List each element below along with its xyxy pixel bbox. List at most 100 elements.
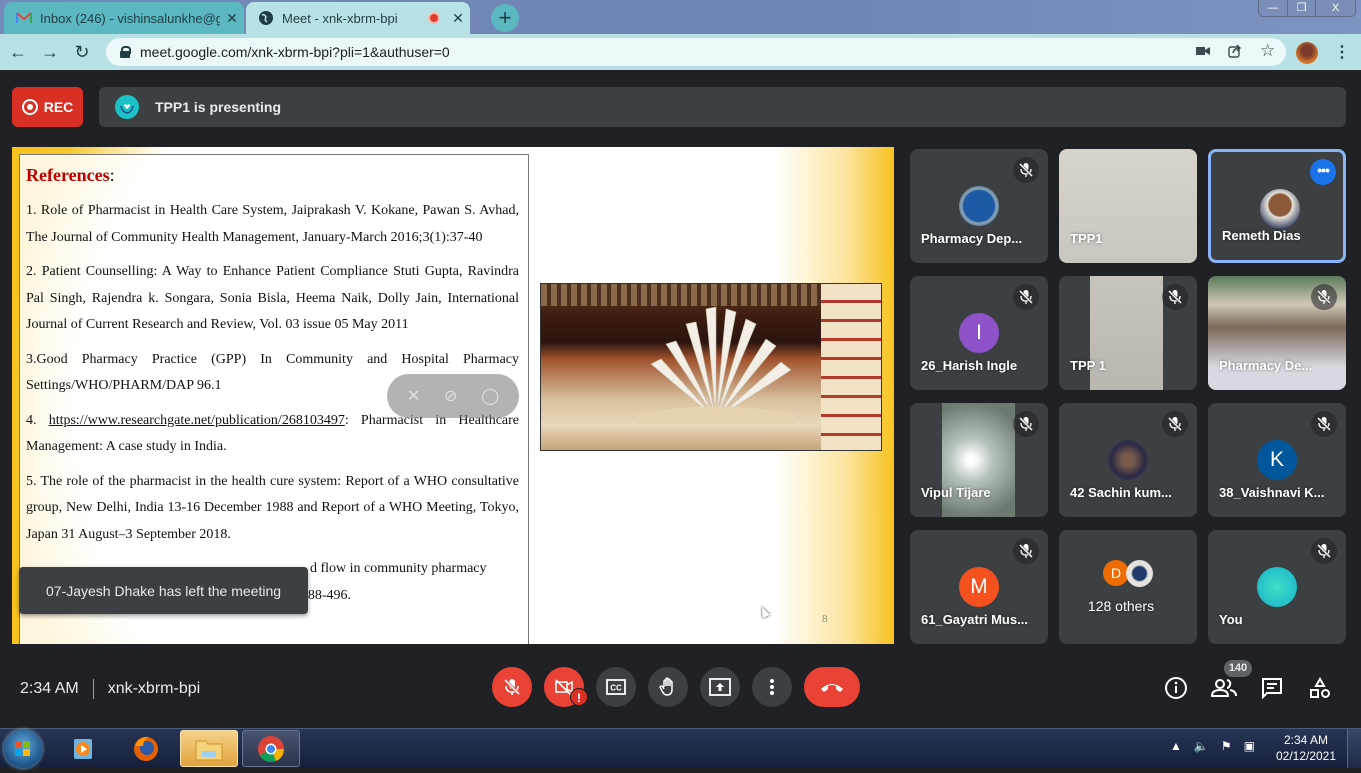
reference-item: 2. Patient Counselling: A Way to Enhance… [26,264,519,332]
avatar-initial: I [976,321,982,344]
references-title: References: [26,165,519,186]
reference-link[interactable]: https://www.researchgate.net/publication… [49,413,345,428]
show-desktop-button[interactable] [1347,729,1361,768]
taskbar-chrome[interactable] [242,730,300,767]
network-icon[interactable]: ▣ [1244,739,1255,753]
media-player-icon [74,738,92,759]
forward-button[interactable]: → [38,40,62,64]
more-vert-icon [770,679,774,695]
book-pages-graphic [636,306,796,424]
remove-icon[interactable]: ◯ [481,386,499,406]
references-title-text: References [26,165,110,185]
bookmark-star-icon[interactable]: ☆ [1260,41,1275,61]
participant-tile[interactable]: Pharmacy De... [1208,276,1346,390]
presenting-text: TPP1 is presenting [155,99,282,115]
participant-name: TPP1 [1070,231,1103,246]
minimize-button[interactable]: — [1259,0,1287,16]
people-icon [1211,679,1237,697]
participant-tile[interactable]: ••• Remeth Dias [1208,149,1346,263]
participant-tile[interactable]: I 26_Harish Ingle [910,276,1048,390]
microphone-toggle-button[interactable] [492,667,532,707]
system-tray: ▲ 🔈 ⚑ ▣ [1170,739,1255,753]
present-now-button[interactable] [700,667,740,707]
meeting-details-button[interactable] [1163,675,1189,701]
participant-tile[interactable]: Vipul Tijare [910,403,1048,517]
start-button[interactable] [4,730,42,768]
taskbar-file-explorer[interactable] [180,730,238,767]
recording-indicator-icon [428,12,440,24]
participant-name: 38_Vaishnavi K... [1219,485,1325,500]
meeting-time: 2:34 AM [20,680,79,697]
participant-tile[interactable]: TPP 1 [1059,276,1197,390]
participant-avatar: M [959,567,999,607]
record-icon [21,99,38,115]
participant-tile[interactable]: You [1208,530,1346,644]
action-center-flag-icon[interactable]: ⚑ [1221,739,1232,753]
participant-name: 61_Gayatri Mus... [921,612,1028,627]
reload-button[interactable]: ↻ [70,40,94,64]
browser-menu-icon[interactable]: ⋮ [1334,42,1350,62]
present-screen-icon [709,678,731,696]
mute-presenter-icon[interactable]: ⊘ [444,386,457,406]
recording-badge[interactable]: REC [12,87,83,127]
hang-up-icon [821,684,843,692]
meeting-code: xnk-xbrm-bpi [107,680,201,697]
tab-title: Inbox (246) - vishinsalunkhe@gm [40,10,220,26]
participant-photo-avatar [1108,440,1148,480]
new-tab-button[interactable]: + [491,4,519,32]
participant-tile[interactable]: K 38_Vaishnavi K... [1208,403,1346,517]
participant-tile[interactable]: 42 Sachin kum... [1059,403,1197,517]
windows-logo-icon [15,741,30,756]
participant-name: 26_Harish Ingle [921,358,1018,373]
meeting-details: 2:34 AM xnk-xbrm-bpi [20,679,200,699]
reference-item: 1. Role of Pharmacist in Health Care Sys… [26,203,519,245]
participant-name: 42 Sachin kum... [1070,485,1172,500]
participant-tile[interactable]: D 128 others [1059,530,1197,644]
more-options-button[interactable] [752,667,792,707]
mic-off-icon [1162,411,1188,437]
pin-icon[interactable]: ✕ [407,386,420,406]
participant-tile[interactable]: Pharmacy Dep... [910,149,1048,263]
tab-meet[interactable]: Meet - xnk-xbrm-bpi ✕ [246,2,470,34]
url-text[interactable]: meet.google.com/xnk-xbrm-bpi?pli=1&authu… [140,44,450,60]
people-button[interactable] [1211,675,1237,701]
share-icon[interactable] [1228,44,1242,61]
taskbar-clock[interactable]: 2:34 AM 02/12/2021 [1268,732,1344,764]
chat-button[interactable] [1259,675,1285,701]
close-tab-icon[interactable]: ✕ [446,10,470,27]
info-icon [1165,677,1187,699]
back-button[interactable]: ← [6,40,30,64]
profile-avatar[interactable] [1296,42,1318,64]
taskbar-media-player[interactable] [54,730,112,767]
participant-tile[interactable]: TPP1 [1059,149,1197,263]
divider [92,679,94,699]
leave-call-button[interactable] [804,667,860,707]
restore-button[interactable]: ❐ [1287,0,1315,16]
firefox-icon [134,736,158,761]
mic-off-icon [1311,284,1337,310]
show-hidden-icons-button[interactable]: ▲ [1170,739,1182,753]
chrome-icon [258,735,284,762]
references-title-colon: : [109,165,115,185]
window-controls: — ❐ X [1258,0,1356,17]
address-bar[interactable]: meet.google.com/xnk-xbrm-bpi?pli=1&authu… [106,38,1286,66]
activities-button[interactable] [1307,675,1333,701]
participant-name: You [1219,612,1243,627]
camera-in-use-icon[interactable] [1196,44,1210,60]
close-window-button[interactable]: X [1315,0,1355,16]
meet-window: REC TPP1 is presenting References: 1. Ro… [0,70,1361,728]
rec-label: REC [43,99,74,115]
tab-gmail-inbox[interactable]: Inbox (246) - vishinsalunkhe@gm ✕ [4,2,244,34]
more-options-icon[interactable]: ••• [1310,159,1336,185]
participant-tile[interactable]: M 61_Gayatri Mus... [910,530,1048,644]
participant-avatar: K [1257,440,1297,480]
participant-name: Pharmacy Dep... [921,231,1023,246]
volume-icon[interactable]: 🔈 [1194,739,1209,753]
raise-hand-button[interactable] [648,667,688,707]
mic-off-icon [503,678,521,696]
slide-page-number: 8 [822,613,828,625]
captions-button[interactable]: CC [596,667,636,707]
gmail-icon [16,10,32,26]
taskbar-firefox[interactable] [117,730,175,767]
close-tab-icon[interactable]: ✕ [220,10,244,27]
